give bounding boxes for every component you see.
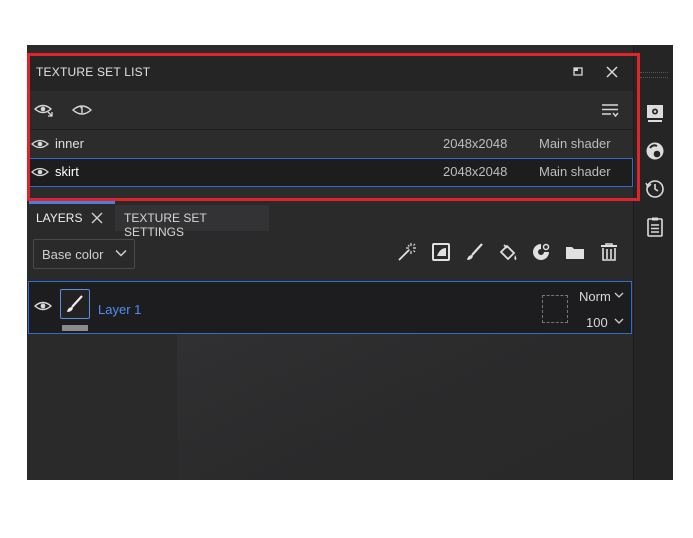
tab-label: LAYERS [36, 211, 83, 225]
log-clipboard-icon[interactable] [644, 216, 666, 238]
eye-icon[interactable] [31, 164, 49, 180]
layer-name[interactable]: Layer 1 [98, 302, 141, 317]
tab-label: TEXTURE SET SETTINGS [124, 211, 207, 239]
texture-set-resolution: 2048x2048 [443, 136, 508, 151]
blend-mode-select[interactable]: Norm [579, 289, 611, 304]
texture-set-list-header: TEXTURE SET LIST [27, 53, 633, 91]
opacity-select[interactable]: 100 [586, 315, 608, 330]
channel-select[interactable]: Base color [33, 239, 135, 269]
layers-panel-background [177, 334, 633, 480]
right-sidebar [633, 45, 673, 480]
paint-layer-thumbnail[interactable] [60, 289, 90, 319]
delete-trash-icon[interactable] [598, 241, 620, 263]
visibility-toggle-icon[interactable] [33, 99, 55, 121]
chevron-down-icon [614, 290, 624, 300]
chevron-down-icon [114, 246, 128, 260]
list-options-icon[interactable] [599, 99, 621, 121]
scrollbar-thumb[interactable] [29, 201, 115, 204]
texture-set-row[interactable]: inner 2048x2048 Main shader [27, 130, 633, 158]
display-settings-icon[interactable] [644, 102, 666, 124]
tab-texture-set-settings[interactable]: TEXTURE SET SETTINGS [115, 205, 269, 239]
texture-set-shader: Main shader [539, 136, 611, 151]
texture-set-name: inner [55, 136, 84, 151]
mask-placeholder[interactable] [542, 295, 568, 323]
paint-brush-icon[interactable] [464, 241, 486, 263]
layer-mask-bar [62, 325, 88, 331]
texture-set-shader: Main shader [539, 164, 611, 179]
texture-set-list-panel: TEXTURE SET LIST inner 2048x2048 Main sh… [27, 53, 633, 204]
close-icon[interactable] [89, 210, 105, 226]
magic-wand-icon[interactable] [396, 241, 418, 263]
close-icon[interactable] [602, 62, 622, 82]
fill-bucket-icon[interactable] [497, 241, 519, 263]
drag-grip[interactable] [640, 72, 668, 78]
eye-icon[interactable] [31, 136, 49, 152]
layer-row[interactable]: Layer 1 Norm 100 [28, 281, 632, 334]
panel-title: TEXTURE SET LIST [36, 65, 151, 79]
eye-icon[interactable] [34, 298, 52, 314]
channel-select-value: Base color [42, 247, 104, 262]
texture-set-resolution: 2048x2048 [443, 164, 508, 179]
solo-info-icon[interactable] [71, 99, 93, 121]
shader-settings-icon[interactable] [644, 140, 666, 162]
smart-material-icon[interactable] [530, 241, 552, 263]
texture-set-row-selected[interactable]: skirt 2048x2048 Main shader [27, 158, 633, 187]
texture-set-name: skirt [55, 164, 79, 179]
chevron-down-icon [614, 316, 624, 326]
app-window: TEXTURE SET LIST inner 2048x2048 Main sh… [27, 45, 673, 480]
panel-tabs: LAYERS TEXTURE SET SETTINGS [27, 205, 633, 239]
tab-layers[interactable]: LAYERS [27, 205, 115, 231]
undock-icon[interactable] [568, 62, 588, 82]
history-icon[interactable] [644, 178, 666, 200]
add-fill-layer-icon[interactable] [431, 241, 453, 263]
folder-icon[interactable] [564, 241, 586, 263]
texture-set-list-toolbar [27, 91, 633, 130]
